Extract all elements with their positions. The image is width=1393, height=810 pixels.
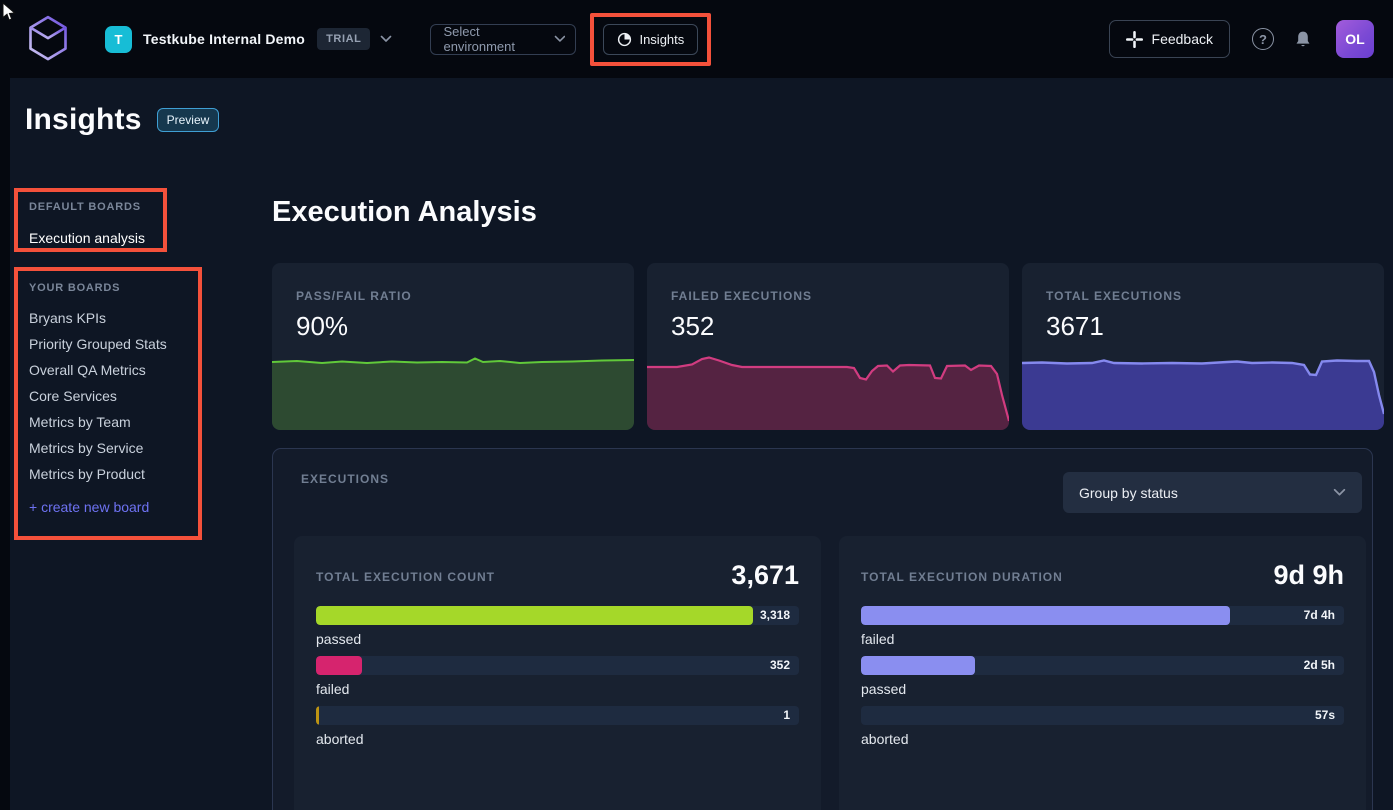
sidebar-item-metrics-by-team[interactable]: Metrics by Team	[29, 409, 187, 435]
nav-right-cluster: Feedback ? OL	[1109, 0, 1374, 78]
bar-fill-failed	[316, 656, 362, 675]
bar-name: passed	[316, 630, 799, 648]
bar-fill-passed	[316, 606, 753, 625]
bar-name: failed	[316, 680, 799, 698]
bar-row-aborted: 57s aborted	[861, 706, 1344, 748]
bar-fill-aborted	[316, 706, 319, 725]
bar-track: 7d 4h	[861, 606, 1344, 625]
sidebar-item-execution-analysis[interactable]: Execution analysis	[29, 225, 152, 251]
feedback-button[interactable]: Feedback	[1109, 20, 1230, 58]
annotation-highlight-your-boards: YOUR BOARDS Bryans KPIs Priority Grouped…	[14, 267, 202, 540]
bar-row-passed: 2d 5h passed	[861, 656, 1344, 698]
stat-card-label: TOTAL EXECUTIONS	[1046, 289, 1182, 303]
help-button[interactable]: ?	[1252, 28, 1274, 50]
window-left-edge	[0, 0, 10, 810]
your-boards-heading: YOUR BOARDS	[29, 282, 187, 294]
stat-card-value: 3671	[1046, 311, 1104, 342]
bar-value: 57s	[1315, 706, 1335, 725]
executions-panel: EXECUTIONS Group by status TOTAL EXECUTI…	[272, 448, 1373, 810]
bar-row-failed: 7d 4h failed	[861, 606, 1344, 648]
top-nav: T Testkube Internal Demo TRIAL Select en…	[0, 0, 1393, 78]
total-executions-sparkline-chart	[1022, 350, 1384, 430]
bar-fill-passed	[861, 656, 975, 675]
duration-card-label: TOTAL EXECUTION DURATION	[861, 570, 1063, 584]
preview-badge: Preview	[157, 108, 220, 132]
executions-cards-row: TOTAL EXECUTION COUNT 3,671 3,318 passed…	[294, 536, 1366, 810]
environment-select-value: Select environment	[443, 24, 553, 54]
bar-track: 352	[316, 656, 799, 675]
bar-row-failed: 352 failed	[316, 656, 799, 698]
create-new-board-link[interactable]: + create new board	[29, 494, 187, 520]
stat-card-value: 352	[671, 311, 714, 342]
group-by-status-value: Group by status	[1079, 485, 1178, 501]
total-execution-count-card: TOTAL EXECUTION COUNT 3,671 3,318 passed…	[294, 536, 821, 810]
failed-executions-sparkline-chart	[647, 350, 1009, 430]
bar-track: 2d 5h	[861, 656, 1344, 675]
bar-value: 3,318	[760, 606, 790, 625]
stat-card-failed-executions: FAILED EXECUTIONS 352	[647, 263, 1009, 430]
bar-track: 1	[316, 706, 799, 725]
default-boards-heading: DEFAULT BOARDS	[29, 201, 152, 213]
bar-value: 1	[783, 706, 790, 725]
pie-chart-icon	[617, 32, 632, 47]
bar-name: aborted	[861, 730, 1344, 748]
org-avatar: T	[105, 26, 132, 53]
bar-row-aborted: 1 aborted	[316, 706, 799, 748]
page-title: Insights	[25, 103, 142, 137]
bar-row-passed: 3,318 passed	[316, 606, 799, 648]
sidebar-item-metrics-by-product[interactable]: Metrics by Product	[29, 461, 187, 487]
count-card-total: 3,671	[731, 560, 799, 591]
slack-icon	[1126, 31, 1143, 48]
insights-button-label: Insights	[639, 32, 684, 47]
bar-name: aborted	[316, 730, 799, 748]
pass-fail-sparkline-chart	[272, 350, 634, 430]
user-avatar[interactable]: OL	[1336, 20, 1374, 58]
insights-button[interactable]: Insights	[603, 24, 698, 55]
group-by-status-select[interactable]: Group by status	[1063, 472, 1362, 513]
environment-select[interactable]: Select environment	[430, 24, 576, 55]
bar-value: 2d 5h	[1304, 656, 1335, 675]
stat-card-label: PASS/FAIL RATIO	[296, 289, 412, 303]
bar-name: failed	[861, 630, 1344, 648]
notifications-button[interactable]	[1294, 30, 1312, 49]
bell-icon	[1294, 30, 1312, 49]
org-name: Testkube Internal Demo	[143, 31, 305, 47]
plan-badge: TRIAL	[317, 28, 370, 50]
annotation-highlight-insights: Insights	[590, 13, 711, 66]
stat-card-total-executions: TOTAL EXECUTIONS 3671	[1022, 263, 1384, 430]
bar-value: 352	[770, 656, 790, 675]
stat-card-value: 90%	[296, 311, 348, 342]
chevron-down-icon	[380, 35, 392, 43]
bar-fill-failed	[861, 606, 1230, 625]
testkube-logo[interactable]	[27, 14, 69, 64]
count-card-label: TOTAL EXECUTION COUNT	[316, 570, 495, 584]
feedback-button-label: Feedback	[1152, 31, 1213, 47]
your-boards-list: Bryans KPIs Priority Grouped Stats Overa…	[29, 305, 187, 520]
chevron-down-icon	[1333, 488, 1346, 497]
stat-card-row: PASS/FAIL RATIO 90% FAILED EXECUTIONS 35…	[272, 263, 1384, 430]
sidebar-item-priority-grouped-stats[interactable]: Priority Grouped Stats	[29, 331, 187, 357]
sidebar-item-bryans-kpis[interactable]: Bryans KPIs	[29, 305, 187, 331]
bar-track: 57s	[861, 706, 1344, 725]
testkube-cube-icon	[27, 14, 69, 64]
stat-card-label: FAILED EXECUTIONS	[671, 289, 812, 303]
page-heading-row: Insights Preview	[25, 103, 219, 137]
sidebar-item-overall-qa-metrics[interactable]: Overall QA Metrics	[29, 357, 187, 383]
sidebar-item-metrics-by-service[interactable]: Metrics by Service	[29, 435, 187, 461]
bar-name: passed	[861, 680, 1344, 698]
org-switcher[interactable]: T Testkube Internal Demo TRIAL	[105, 26, 392, 53]
annotation-highlight-default-boards: DEFAULT BOARDS Execution analysis	[14, 188, 167, 252]
duration-card-total: 9d 9h	[1273, 560, 1344, 591]
stat-card-pass-fail-ratio: PASS/FAIL RATIO 90%	[272, 263, 634, 430]
bar-track: 3,318	[316, 606, 799, 625]
bar-value: 7d 4h	[1304, 606, 1335, 625]
executions-heading: EXECUTIONS	[301, 472, 389, 486]
chevron-down-icon	[554, 35, 566, 43]
board-title: Execution Analysis	[272, 196, 537, 229]
sidebar-item-core-services[interactable]: Core Services	[29, 383, 187, 409]
total-execution-duration-card: TOTAL EXECUTION DURATION 9d 9h 7d 4h fai…	[839, 536, 1366, 810]
